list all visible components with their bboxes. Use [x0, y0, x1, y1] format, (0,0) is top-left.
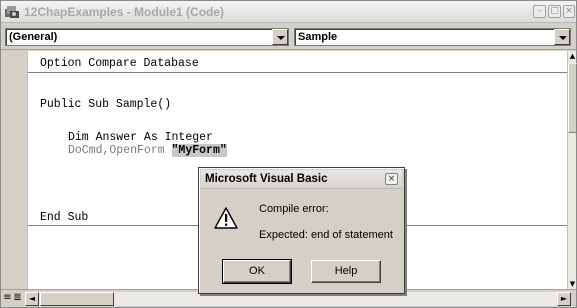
compile-error-dialog: Microsoft Visual Basic × Compile error: … [198, 167, 405, 294]
error-message: Expected: end of statement [259, 229, 393, 241]
scroll-up-icon[interactable]: ▲ [568, 51, 577, 61]
code-line[interactable]: Option Compare Database [40, 57, 199, 70]
object-combo-value: (General) [9, 31, 58, 43]
selector-bar: (General) Sample [1, 24, 576, 50]
maximize-button[interactable]: □ [548, 5, 561, 18]
scroll-down-icon[interactable]: ▼ [568, 279, 577, 289]
vertical-scrollbar[interactable]: ▲ ▼ [567, 51, 577, 289]
title-bar: 12ChapExamples - Module1 (Code) – □ × [1, 1, 576, 23]
code-line[interactable]: Public Sub Sample() [40, 98, 171, 111]
chevron-down-icon[interactable] [554, 29, 570, 45]
code-line-prefix: DoCmd,OpenForm [68, 144, 172, 157]
ok-button[interactable]: OK [222, 259, 292, 284]
procedure-combo-value: Sample [298, 31, 338, 43]
dialog-close-button[interactable]: × [385, 173, 398, 185]
chevron-down-icon[interactable] [272, 29, 288, 45]
window-title: 12ChapExamples - Module1 (Code) [24, 5, 225, 19]
code-line[interactable]: Dim Answer As Integer [68, 131, 213, 144]
horizontal-scroll-thumb[interactable] [40, 292, 114, 306]
code-window: 12ChapExamples - Module1 (Code) – □ × (G… [0, 0, 577, 308]
vba-module-icon [5, 6, 19, 18]
code-line-error[interactable]: DoCmd,OpenForm "MyForm" [68, 144, 227, 157]
dialog-title-bar: Microsoft Visual Basic × [201, 170, 402, 189]
selected-token[interactable]: "MyForm" [171, 144, 227, 157]
full-module-view-icon[interactable]: ≣ [12, 292, 23, 305]
horizontal-scrollbar[interactable]: ◄ ► [25, 292, 571, 306]
minimize-button[interactable]: – [533, 5, 546, 18]
object-combo[interactable]: (General) [5, 28, 289, 46]
code-line[interactable]: End Sub [40, 211, 88, 224]
help-button[interactable]: Help [311, 260, 381, 283]
close-button[interactable]: × [563, 5, 575, 18]
vertical-scroll-thumb[interactable] [568, 63, 577, 133]
margin-indicator-bar[interactable] [1, 51, 28, 289]
warning-icon [214, 207, 238, 229]
scroll-right-icon[interactable]: ► [557, 292, 571, 306]
procedure-combo[interactable]: Sample [294, 28, 571, 46]
procedure-separator [28, 72, 568, 73]
dialog-title: Microsoft Visual Basic [205, 173, 328, 185]
scroll-left-icon[interactable]: ◄ [25, 292, 39, 306]
error-heading: Compile error: [259, 203, 329, 215]
